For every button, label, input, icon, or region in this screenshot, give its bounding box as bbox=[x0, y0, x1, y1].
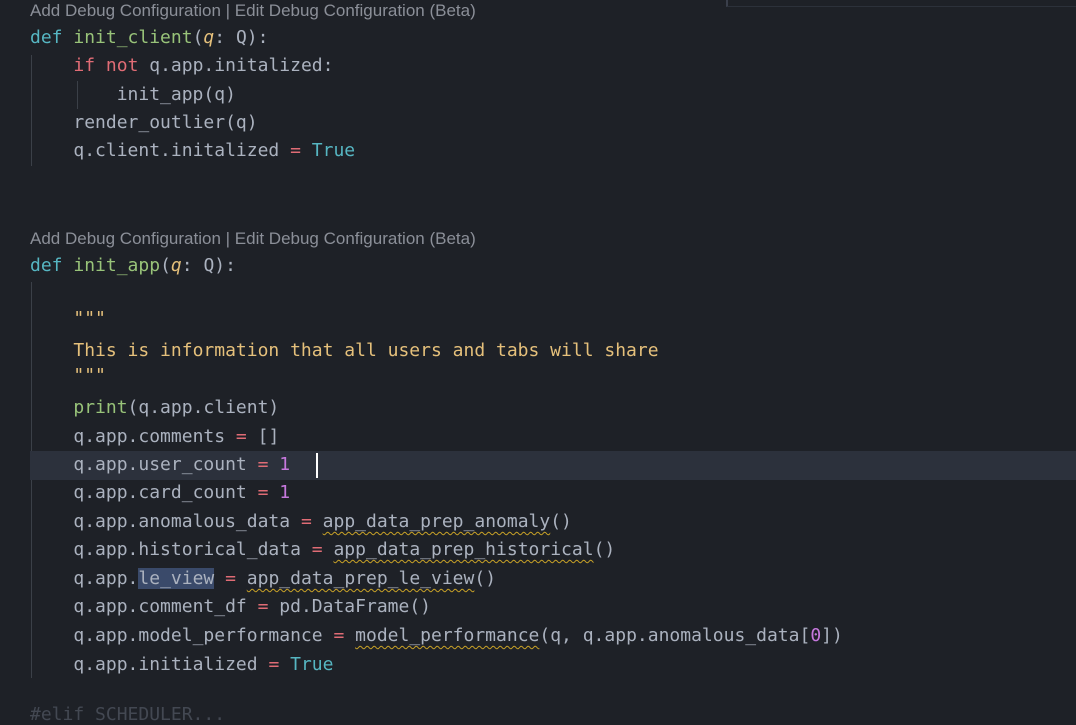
code-line: q.app.card_count = 1 bbox=[30, 479, 290, 507]
code-line: def init_app(q: Q): bbox=[30, 255, 236, 276]
expression: q.app.card_count bbox=[73, 482, 247, 503]
code-line: q.app.initialized = True bbox=[30, 651, 333, 679]
code-line: if not q.app.initalized: bbox=[73, 55, 334, 76]
keyword: def bbox=[30, 27, 63, 48]
docstring: """ bbox=[73, 365, 106, 386]
code-editor[interactable]: Add Debug Configuration | Edit Debug Con… bbox=[0, 0, 1076, 725]
code-line: def init_client(q: Q): bbox=[30, 27, 269, 48]
comment: #elif SCHEDULER... bbox=[30, 704, 226, 725]
operator: = bbox=[268, 654, 280, 675]
builtin-function: print bbox=[73, 397, 128, 418]
codelens-debug-config[interactable]: Add Debug Configuration | Edit Debug Con… bbox=[30, 0, 476, 22]
operator: = bbox=[290, 140, 301, 161]
function-call-warning[interactable]: app_data_prep_le_view bbox=[247, 568, 475, 589]
expression: q.app.initialized bbox=[73, 654, 258, 675]
function-name: init_client bbox=[73, 27, 193, 48]
parens: () bbox=[474, 568, 497, 589]
code-line: q.app.comments = [] bbox=[30, 423, 279, 451]
arguments: (q, q.app.anomalous_data[ bbox=[539, 625, 811, 646]
selected-word[interactable]: le_view bbox=[138, 568, 215, 589]
expression: q.app.comment_df bbox=[73, 596, 247, 617]
code-line-partial: #elif SCHEDULER... bbox=[30, 704, 225, 725]
keyword: def bbox=[30, 255, 63, 276]
constant: True bbox=[290, 654, 334, 675]
codelens-text[interactable]: Add Debug Configuration | Edit Debug Con… bbox=[30, 229, 476, 248]
arguments: ]) bbox=[821, 625, 843, 646]
code-line: This is information that all users and t… bbox=[30, 337, 659, 365]
parameter: q bbox=[170, 255, 182, 276]
constant: True bbox=[311, 140, 356, 161]
operator: = bbox=[333, 625, 345, 646]
number: 1 bbox=[279, 454, 291, 475]
function-call: pd.DataFrame() bbox=[279, 596, 431, 617]
code-line: q.app.model_performance = model_performa… bbox=[30, 622, 843, 650]
parens: () bbox=[593, 539, 616, 560]
expression: q.app.initalized bbox=[149, 55, 323, 76]
expression: q.app. bbox=[73, 568, 139, 589]
function-name: init_app bbox=[73, 255, 161, 276]
function-call: init_app(q) bbox=[116, 84, 236, 105]
function-call-warning[interactable]: model_performance bbox=[355, 625, 539, 646]
keyword: not bbox=[105, 55, 139, 76]
code-line: q.app.historical_data = app_data_prep_hi… bbox=[30, 536, 615, 564]
code-line: q.client.initalized = True bbox=[30, 137, 355, 165]
expression: q.app.anomalous_data bbox=[73, 511, 291, 532]
arguments: (q.app.client) bbox=[127, 397, 280, 418]
code-line: print(q.app.client) bbox=[30, 394, 279, 422]
docstring: """ bbox=[73, 308, 106, 329]
codelens-text[interactable]: Add Debug Configuration | Edit Debug Con… bbox=[30, 1, 476, 20]
function-call-warning[interactable]: app_data_prep_anomaly bbox=[323, 511, 551, 532]
operator: = bbox=[311, 539, 323, 560]
code-line: """ bbox=[30, 305, 106, 333]
parameter: q bbox=[203, 27, 215, 48]
code-line: q.app.le_view = app_data_prep_le_view() bbox=[30, 565, 496, 593]
expression: q.app.historical_data bbox=[73, 539, 301, 560]
expression: q.client.initalized bbox=[73, 140, 280, 161]
code-line: q.app.anomalous_data = app_data_prep_ano… bbox=[30, 508, 572, 536]
type-annotation: Q bbox=[203, 255, 215, 276]
code-line: """ bbox=[30, 362, 106, 390]
function-call: render_outlier(q) bbox=[73, 112, 258, 133]
literal: [] bbox=[257, 426, 280, 447]
operator: = bbox=[257, 482, 269, 503]
type-annotation: Q bbox=[235, 27, 247, 48]
parens: () bbox=[550, 511, 572, 532]
expression: q.app.user_count bbox=[73, 454, 247, 475]
expression: q.app.model_performance bbox=[73, 625, 323, 646]
code-line: q.app.comment_df = pd.DataFrame() bbox=[30, 593, 431, 621]
operator: = bbox=[300, 511, 312, 532]
code-line-current: q.app.user_count = 1 bbox=[30, 451, 290, 479]
minimap-edge bbox=[726, 0, 1076, 7]
number: 1 bbox=[279, 482, 291, 503]
expression: q.app.comments bbox=[73, 426, 226, 447]
operator: = bbox=[235, 426, 247, 447]
code-line: init_app(q) bbox=[30, 81, 236, 109]
operator: = bbox=[257, 454, 269, 475]
operator: = bbox=[257, 596, 269, 617]
number: 0 bbox=[810, 625, 822, 646]
code-line: render_outlier(q) bbox=[30, 109, 258, 137]
codelens-debug-config[interactable]: Add Debug Configuration | Edit Debug Con… bbox=[30, 228, 476, 250]
function-call-warning[interactable]: app_data_prep_historical bbox=[333, 539, 593, 560]
operator: = bbox=[225, 568, 236, 589]
docstring: This is information that all users and t… bbox=[73, 340, 659, 361]
text-cursor bbox=[316, 453, 318, 478]
keyword: if bbox=[73, 55, 96, 76]
